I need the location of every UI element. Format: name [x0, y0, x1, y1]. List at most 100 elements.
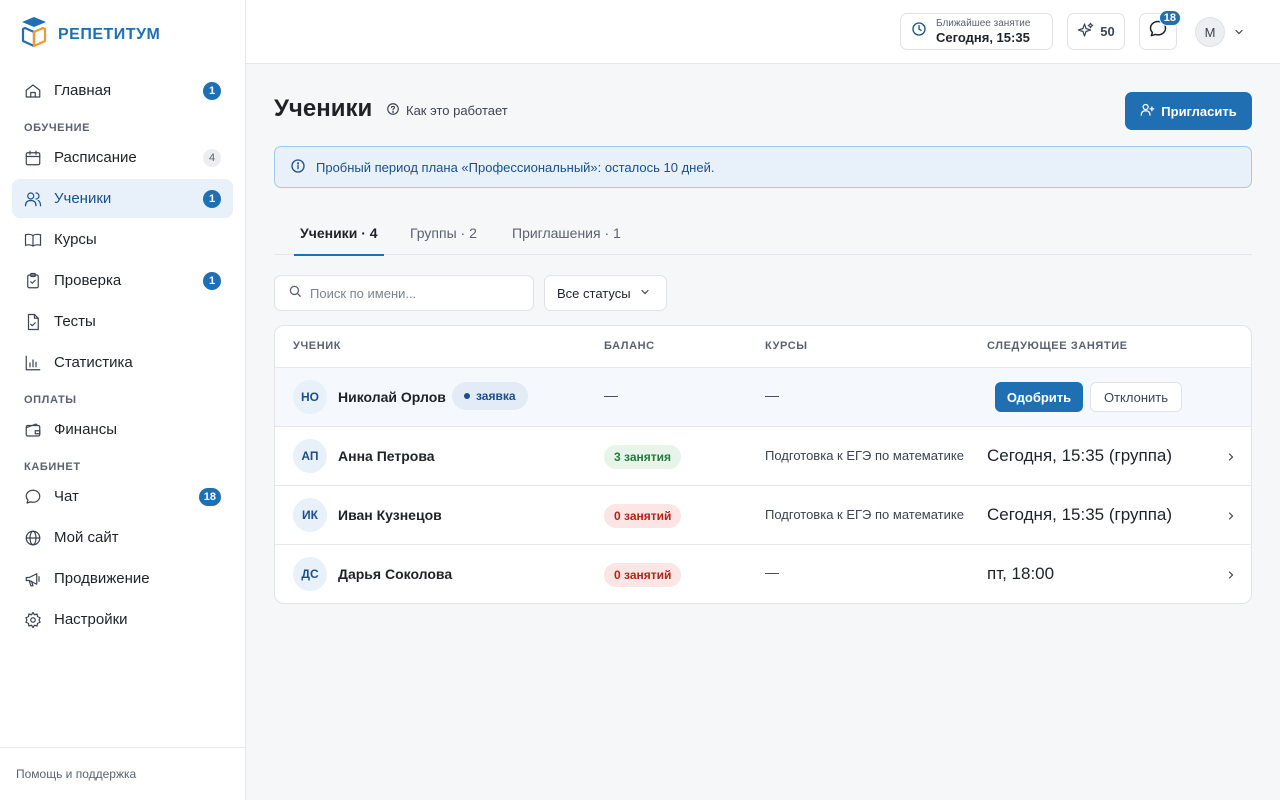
column-header-balance: БАЛАНС [604, 340, 655, 352]
sidebar-item-label: Проверка [54, 272, 122, 289]
balance-badge: 0 занятий [604, 563, 682, 587]
course-value: Подготовка к ЕГЭ по математике [765, 448, 964, 463]
logo-text: РЕПЕТИТУМ [58, 25, 161, 43]
sidebar-badge: 1 [203, 82, 221, 100]
sidebar-item-label: Мой сайт [54, 529, 119, 546]
sidebar-item-settings[interactable]: Настройки [12, 600, 233, 639]
student-name[interactable]: Анна Петрова [338, 448, 435, 464]
dot-icon [464, 393, 470, 399]
course-value: Подготовка к ЕГЭ по математике [765, 507, 964, 522]
sidebar-badge: 1 [203, 272, 221, 290]
column-header-student: УЧЕНИК [293, 340, 342, 352]
user-avatar[interactable]: М [1195, 17, 1225, 47]
info-icon [290, 158, 306, 177]
chevron-down-icon[interactable] [1233, 25, 1245, 43]
status-select-value: Все статусы [557, 285, 631, 301]
tab-invitations[interactable]: Приглашения · 1 [512, 210, 621, 255]
chevron-right-icon[interactable] [1225, 509, 1237, 527]
reject-button[interactable]: Отклонить [1090, 382, 1182, 412]
request-badge: заявка [452, 382, 528, 410]
points-value: 50 [1100, 24, 1115, 39]
sidebar-section-cabinet: КАБИНЕТ [24, 461, 81, 473]
table-row[interactable]: АП Анна Петрова 3 занятия Подготовка к Е… [275, 427, 1251, 486]
points-button[interactable]: 50 [1067, 13, 1125, 50]
next-lesson-label: Ближайшее занятие [936, 18, 1031, 29]
sidebar-badge: 4 [203, 149, 221, 167]
next-lesson-value: Сегодня, 15:35 (группа) [987, 446, 1173, 465]
sidebar: РЕПЕТИТУМ Главная 1 ОБУЧЕНИЕ Расписание … [0, 0, 246, 800]
sidebar-item-label: Курсы [54, 231, 97, 248]
chevron-right-icon[interactable] [1225, 450, 1237, 468]
megaphone-icon [24, 570, 42, 588]
search-input[interactable] [310, 285, 520, 301]
sidebar-badge: 1 [203, 190, 221, 208]
student-name[interactable]: Дарья Соколова [338, 566, 452, 582]
invite-label: Пригласить [1161, 103, 1237, 119]
sidebar-item-review[interactable]: Проверка 1 [12, 261, 233, 300]
avatar: НО [293, 380, 327, 414]
help-link[interactable]: Помощь и поддержка [0, 747, 245, 800]
status-select[interactable]: Все статусы [544, 275, 667, 311]
sidebar-item-label: Настройки [54, 611, 128, 628]
home-icon [24, 82, 42, 100]
sidebar-item-chat[interactable]: Чат 18 [12, 477, 233, 516]
sidebar-item-label: Главная [54, 82, 112, 99]
chat-badge: 18 [1158, 10, 1181, 26]
sidebar-item-label: Статистика [54, 354, 133, 371]
bar-chart-icon [24, 354, 42, 372]
chevron-down-icon [639, 286, 651, 301]
sidebar-section-payments: ОПЛАТЫ [24, 394, 77, 406]
sidebar-badge: 18 [198, 488, 221, 506]
chat-button[interactable]: 18 [1139, 10, 1181, 50]
table-row[interactable]: ДС Дарья Соколова 0 занятий — пт, 18:00 [275, 545, 1251, 603]
sidebar-item-students[interactable]: Ученики 1 [12, 179, 233, 218]
table-row-pending: НО Николай Орлов заявка — — Одобрить Отк… [275, 368, 1251, 427]
search-box [274, 275, 534, 311]
approve-button[interactable]: Одобрить [995, 382, 1083, 412]
sidebar-item-promotion[interactable]: Продвижение [12, 559, 233, 598]
column-header-courses: КУРСЫ [765, 340, 808, 352]
sidebar-nav: Главная 1 ОБУЧЕНИЕ Расписание 4 Ученики … [12, 71, 233, 641]
invite-button[interactable]: Пригласить [1125, 92, 1252, 130]
tab-students[interactable]: Ученики · 4 [294, 210, 384, 256]
next-lesson-widget[interactable]: Ближайшее занятие Сегодня, 15:35 [900, 13, 1053, 50]
balance-badge: 0 занятий [604, 504, 682, 528]
table-header: УЧЕНИК БАЛАНС КУРСЫ СЛЕДУЮЩЕЕ ЗАНЯТИЕ [275, 326, 1251, 368]
clock-icon [911, 21, 927, 42]
table-row[interactable]: ИК Иван Кузнецов 0 занятий Подготовка к … [275, 486, 1251, 545]
sidebar-item-schedule[interactable]: Расписание 4 [12, 138, 233, 177]
student-name[interactable]: Иван Кузнецов [338, 507, 442, 523]
user-plus-icon [1140, 102, 1155, 120]
logo-icon [20, 15, 48, 54]
sidebar-item-label: Чат [54, 488, 79, 505]
sidebar-item-label: Продвижение [54, 570, 150, 587]
sidebar-item-home[interactable]: Главная 1 [12, 71, 233, 110]
tab-groups[interactable]: Группы · 2 [410, 210, 477, 255]
sidebar-item-statistics[interactable]: Статистика [12, 343, 233, 382]
student-name[interactable]: Николай Орлов [338, 389, 446, 405]
sidebar-item-my-site[interactable]: Мой сайт [12, 518, 233, 557]
students-table: УЧЕНИК БАЛАНС КУРСЫ СЛЕДУЮЩЕЕ ЗАНЯТИЕ НО… [274, 325, 1252, 604]
logo[interactable]: РЕПЕТИТУМ [20, 15, 160, 54]
how-it-works-link[interactable]: Как это работает [386, 102, 508, 119]
next-lesson-value: Сегодня, 15:35 (группа) [987, 505, 1173, 524]
clipboard-check-icon [24, 272, 42, 290]
globe-icon [24, 529, 42, 547]
how-it-works-label: Как это работает [406, 103, 508, 118]
sidebar-item-tests[interactable]: Тесты [12, 302, 233, 341]
chat-icon [24, 488, 42, 506]
trial-banner: Пробный период плана «Профессиональный»:… [274, 146, 1252, 188]
topbar: Ближайшее занятие Сегодня, 15:35 50 18 М [246, 0, 1280, 64]
sidebar-item-label: Расписание [54, 149, 137, 166]
file-check-icon [24, 313, 42, 331]
sidebar-item-courses[interactable]: Курсы [12, 220, 233, 259]
tabs: Ученики · 4 Группы · 2 Приглашения · 1 [274, 210, 1252, 256]
sidebar-item-finance[interactable]: Финансы [12, 410, 233, 449]
balance-value: — [604, 387, 618, 403]
gear-icon [24, 611, 42, 629]
balance-badge: 3 занятия [604, 445, 681, 469]
next-lesson-value: Сегодня, 15:35 [936, 30, 1030, 45]
avatar: ИК [293, 498, 327, 532]
sidebar-item-label: Ученики [54, 190, 112, 207]
chevron-right-icon[interactable] [1225, 568, 1237, 586]
